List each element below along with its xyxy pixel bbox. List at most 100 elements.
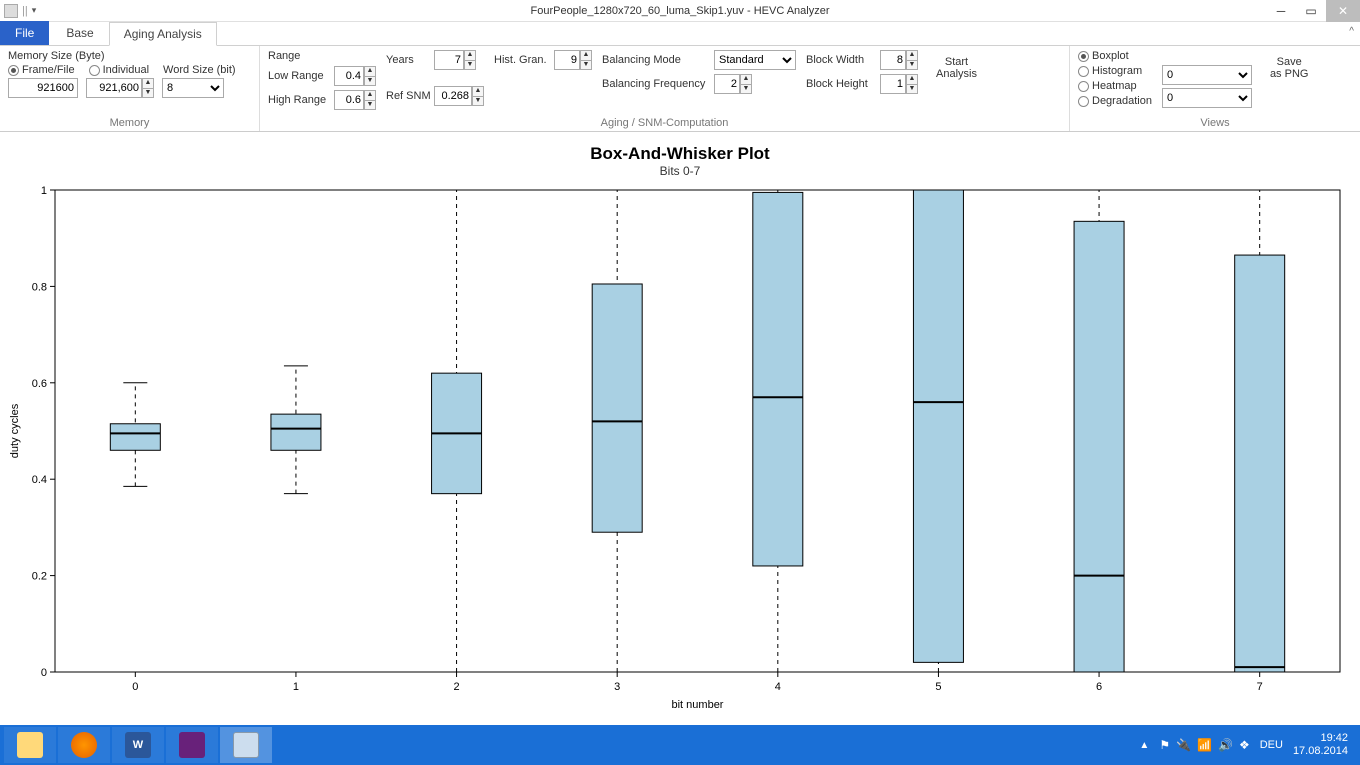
years-input[interactable] xyxy=(434,50,464,70)
taskbar-word[interactable]: W xyxy=(112,727,164,763)
group-views: Boxplot Histogram Heatmap Degradation 0 … xyxy=(1070,46,1360,131)
spin-up-icon[interactable]: ▲ xyxy=(142,78,154,88)
ribbon: Memory Size (Byte) Frame/File Individual… xyxy=(0,46,1360,132)
tray-sync-icon[interactable]: ❖ xyxy=(1239,738,1250,752)
radio-individual-label: Individual xyxy=(103,64,149,76)
svg-text:duty cycles: duty cycles xyxy=(9,403,21,458)
svg-text:0.2: 0.2 xyxy=(32,571,47,583)
histgran-spinner[interactable]: ▲▼ xyxy=(554,50,592,70)
boxplot-svg: 00.20.40.60.81duty cycles01234567bit num… xyxy=(0,132,1360,725)
tray-show-hidden-icon[interactable]: ▲ xyxy=(1139,740,1149,751)
taskbar-explorer[interactable] xyxy=(4,727,56,763)
minimize-button[interactable]: ─ xyxy=(1266,0,1296,22)
individual-size-spinner[interactable]: ▲▼ xyxy=(86,78,154,98)
system-tray: ▲ ⚑ 🔌 📶 🔊 ❖ DEU 19:42 17.08.2014 xyxy=(1139,732,1356,758)
low-range-label: Low Range xyxy=(268,70,330,82)
refsnm-input[interactable] xyxy=(434,86,472,106)
svg-text:2: 2 xyxy=(454,681,460,693)
radio-boxplot[interactable]: Boxplot xyxy=(1078,50,1152,62)
save-label-2: as PNG xyxy=(1270,68,1309,80)
radio-histogram-label: Histogram xyxy=(1092,65,1142,77)
radio-individual[interactable]: Individual xyxy=(89,64,149,76)
tab-base[interactable]: Base xyxy=(51,21,108,45)
app-icon xyxy=(4,4,18,18)
spin-down-icon[interactable]: ▼ xyxy=(142,88,154,98)
taskbar-firefox[interactable] xyxy=(58,727,110,763)
tray-clock[interactable]: 19:42 17.08.2014 xyxy=(1293,732,1348,758)
radio-frame-file-label: Frame/File xyxy=(22,64,75,76)
block-width-spinner[interactable]: ▲▼ xyxy=(880,50,918,70)
histgran-input[interactable] xyxy=(554,50,580,70)
memory-size-label: Memory Size (Byte) xyxy=(8,50,105,62)
radio-frame-file[interactable]: Frame/File xyxy=(8,64,75,76)
high-range-input[interactable] xyxy=(334,90,364,110)
block-height-label: Block Height xyxy=(806,78,876,90)
tray-volume-icon[interactable]: 🔊 xyxy=(1218,738,1233,752)
ribbon-tabs: File Base Aging Analysis ^ xyxy=(0,22,1360,46)
svg-text:0.6: 0.6 xyxy=(32,378,47,390)
high-range-spinner[interactable]: ▲▼ xyxy=(334,90,376,110)
svg-text:1: 1 xyxy=(41,185,47,197)
taskbar-hevc-analyzer[interactable] xyxy=(220,727,272,763)
radio-degradation-label: Degradation xyxy=(1092,95,1152,107)
tray-language[interactable]: DEU xyxy=(1260,739,1283,751)
radio-heatmap[interactable]: Heatmap xyxy=(1078,80,1152,92)
years-spinner[interactable]: ▲▼ xyxy=(434,50,476,70)
balancing-freq-label: Balancing Frequency xyxy=(602,78,710,90)
svg-text:0.8: 0.8 xyxy=(32,281,47,293)
start-analysis-label-2: Analysis xyxy=(936,68,977,80)
save-as-png-button[interactable]: Save as PNG xyxy=(1262,50,1317,86)
qat-dropdown-icon[interactable]: ▾ xyxy=(32,5,37,16)
word-size-label: Word Size (bit) xyxy=(163,64,236,76)
low-range-spinner[interactable]: ▲▼ xyxy=(334,66,376,86)
tray-flag-icon[interactable]: ⚑ xyxy=(1159,738,1170,752)
svg-text:1: 1 xyxy=(293,681,299,693)
range-label: Range xyxy=(268,50,376,62)
group-memory-title: Memory xyxy=(8,115,251,129)
radio-histogram[interactable]: Histogram xyxy=(1078,65,1152,77)
svg-text:0: 0 xyxy=(132,681,138,693)
tray-network-icon[interactable]: 📶 xyxy=(1197,738,1212,752)
balancing-freq-spinner[interactable]: ▲▼ xyxy=(714,74,752,94)
refsnm-spinner[interactable]: ▲▼ xyxy=(434,86,484,106)
group-aging-title: Aging / SNM-Computation xyxy=(268,115,1061,129)
balancing-mode-label: Balancing Mode xyxy=(602,54,710,66)
svg-text:4: 4 xyxy=(775,681,781,693)
start-analysis-button[interactable]: Start Analysis xyxy=(928,50,985,86)
block-width-label: Block Width xyxy=(806,54,876,66)
low-range-input[interactable] xyxy=(334,66,364,86)
maximize-button[interactable]: ▭ xyxy=(1296,0,1326,22)
block-height-input[interactable] xyxy=(880,74,906,94)
individual-size-input[interactable] xyxy=(86,78,142,98)
balancing-freq-input[interactable] xyxy=(714,74,740,94)
ribbon-minimize-icon[interactable]: ^ xyxy=(1349,26,1354,37)
histgran-label: Hist. Gran. xyxy=(494,54,550,66)
frame-size-input[interactable] xyxy=(8,78,78,98)
svg-text:3: 3 xyxy=(614,681,620,693)
qat-separator: || xyxy=(22,5,28,17)
years-label: Years xyxy=(386,54,430,66)
tab-aging-analysis[interactable]: Aging Analysis xyxy=(109,22,217,46)
taskbar-visualstudio[interactable] xyxy=(166,727,218,763)
svg-text:6: 6 xyxy=(1096,681,1102,693)
tray-power-icon[interactable]: 🔌 xyxy=(1176,738,1191,752)
save-label-1: Save xyxy=(1277,56,1302,68)
block-height-spinner[interactable]: ▲▼ xyxy=(880,74,918,94)
block-width-input[interactable] xyxy=(880,50,906,70)
histogram-select[interactable]: 0 xyxy=(1162,65,1252,85)
tab-file[interactable]: File xyxy=(0,21,49,45)
svg-text:0: 0 xyxy=(41,667,47,679)
svg-text:5: 5 xyxy=(935,681,941,693)
chart-area: Box-And-Whisker Plot Bits 0-7 00.20.40.6… xyxy=(0,132,1360,725)
group-views-title: Views xyxy=(1078,115,1352,129)
close-button[interactable]: ✕ xyxy=(1326,0,1360,22)
start-analysis-label-1: Start xyxy=(945,56,968,68)
word-size-select[interactable]: 8 xyxy=(162,78,224,98)
radio-degradation[interactable]: Degradation xyxy=(1078,95,1152,107)
group-aging-snm: Range Low Range ▲▼ High Range ▲▼ Years ▲… xyxy=(260,46,1070,131)
refsnm-label: Ref SNM xyxy=(386,90,430,102)
svg-text:0.4: 0.4 xyxy=(32,474,47,486)
balancing-mode-select[interactable]: Standard xyxy=(714,50,796,70)
tray-date: 17.08.2014 xyxy=(1293,745,1348,758)
heatmap-select[interactable]: 0 xyxy=(1162,88,1252,108)
